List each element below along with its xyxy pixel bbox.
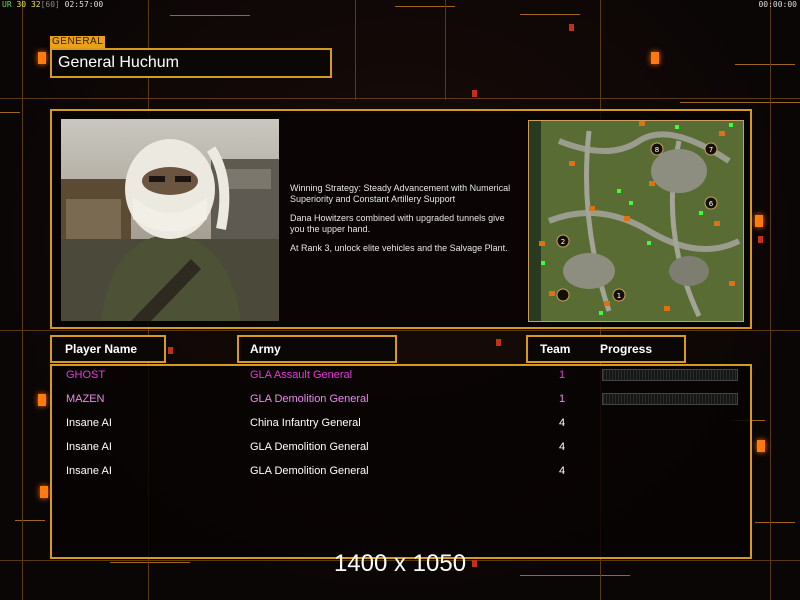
player-row: MAZEN GLA Demolition General 1 — [52, 389, 750, 409]
general-name: General Huchum — [50, 48, 332, 78]
start-position-2: 2 — [561, 238, 565, 246]
start-position-7: 7 — [709, 146, 713, 154]
load-progress-bar — [602, 369, 738, 381]
header-team-progress: Team Progress — [526, 335, 686, 363]
player-name: GHOST — [66, 369, 106, 381]
general-tag: GENERAL — [50, 36, 106, 48]
strategy-line-2: Dana Howitzers combined with upgraded tu… — [290, 213, 505, 234]
header-player-name-label: Player Name — [65, 342, 138, 356]
player-row: GHOST GLA Assault General 1 — [52, 365, 750, 385]
player-name: Insane AI — [66, 417, 112, 429]
player-army: GLA Demolition General — [250, 441, 369, 453]
start-position-6: 6 — [709, 200, 714, 208]
general-info-panel: Winning Strategy: Steady Advancement wit… — [50, 109, 752, 329]
load-progress-bar — [602, 393, 738, 405]
hud-fps2: 32 — [30, 0, 41, 9]
player-name: Insane AI — [66, 465, 112, 477]
player-team: 4 — [559, 441, 566, 453]
strategy-line-3: At Rank 3, unlock elite vehicles and the… — [290, 243, 508, 253]
minimap[interactable]: 8 7 6 2 1 — [528, 120, 744, 322]
start-position-8: 8 — [655, 146, 659, 154]
hud-time: 02:57:00 — [64, 0, 104, 9]
player-roster: GHOST GLA Assault General 1 MAZEN GLA Demoli… — [50, 364, 752, 559]
hud-bracket: [60] — [40, 0, 60, 9]
strategy-text: Winning Strategy: Steady Advancement wit… — [290, 183, 530, 262]
player-team: 1 — [559, 369, 566, 381]
strategy-line-1: Winning Strategy: Steady Advancement wit… — [290, 183, 511, 204]
player-row: Insane AI China Infantry General 4 — [52, 413, 750, 433]
header-army: Army — [237, 335, 397, 363]
player-team: 1 — [559, 393, 566, 405]
player-team: 4 — [559, 417, 566, 429]
general-portrait — [61, 119, 279, 321]
player-army: China Infantry General — [250, 417, 361, 429]
hud-prefix: UR — [2, 0, 12, 9]
player-army: GLA Demolition General — [250, 393, 369, 405]
player-row: Insane AI GLA Demolition General 4 — [52, 437, 750, 457]
start-position-1: 1 — [617, 292, 621, 300]
hud-fps: 30 — [16, 0, 27, 9]
player-team: 4 — [559, 465, 566, 477]
header-progress-label: Progress — [600, 342, 653, 356]
header-team-label: Team — [540, 342, 571, 356]
header-army-label: Army — [250, 342, 281, 356]
fps-readout: UR 30 32[60] 02:57:00 — [2, 0, 103, 9]
player-row: Insane AI GLA Demolition General 4 — [52, 461, 750, 481]
player-name: MAZEN — [66, 393, 105, 405]
game-clock: 00:00:00 — [758, 0, 797, 9]
header-player-name: Player Name — [50, 335, 166, 363]
resolution-label: 1400 x 1050 — [333, 550, 467, 577]
player-army: GLA Demolition General — [250, 465, 369, 477]
player-army: GLA Assault General — [250, 369, 353, 381]
player-name: Insane AI — [66, 441, 112, 453]
